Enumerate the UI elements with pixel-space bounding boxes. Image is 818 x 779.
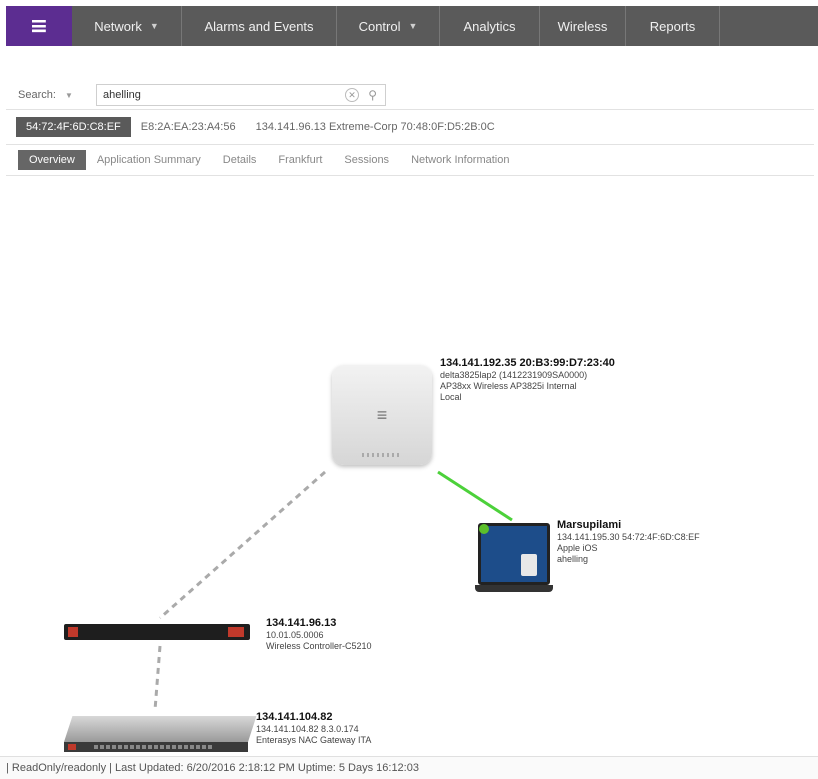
nac-ports: [94, 745, 214, 749]
laptop-base: [475, 585, 553, 592]
nav-reports-label: Reports: [649, 18, 696, 34]
nac-gateway-device[interactable]: [64, 716, 257, 752]
nav-network-label: Network: [94, 18, 142, 34]
client-label: Marsupilami 134.141.195.30 54:72:4F:6D:C…: [557, 519, 700, 565]
status-bar-text: | ReadOnly/readonly | Last Updated: 6/20…: [6, 762, 419, 774]
extreme-logo-icon: ≡: [376, 404, 388, 425]
chevron-down-icon: ▼: [64, 90, 73, 100]
access-point-device[interactable]: ≡: [332, 365, 432, 465]
tab-overview[interactable]: Overview: [18, 150, 86, 170]
controller-line: 10.01.05.0006: [266, 630, 324, 640]
nav-reports[interactable]: Reports: [626, 6, 720, 46]
address-chip[interactable]: E8:2A:EA:23:A4:56: [131, 117, 246, 137]
nac-line: Enterasys NAC Gateway ITA: [256, 735, 372, 745]
access-point-line: delta3825lap2 (1412231909SA0000): [440, 370, 588, 380]
wireless-link: [437, 470, 513, 522]
search-row: Search: ▼ ✕ ⚲: [6, 80, 814, 110]
tab-application-summary[interactable]: Application Summary: [86, 150, 212, 170]
access-point-title[interactable]: 134.141.192.35 20:B3:99:D7:23:40: [440, 357, 615, 370]
access-point-line: AP38xx Wireless AP3825i Internal: [440, 381, 577, 391]
status-bar: | ReadOnly/readonly | Last Updated: 6/20…: [0, 756, 818, 779]
tabs-row: Overview Application Summary Details Fra…: [6, 144, 814, 176]
tab-details[interactable]: Details: [212, 150, 268, 170]
nac-line: 134.141.104.82 8.3.0.174: [256, 724, 359, 734]
status-led-icon: [228, 627, 244, 637]
address-chip-selected[interactable]: 54:72:4F:6D:C8:EF: [16, 117, 131, 137]
controller-label: 134.141.96.13 10.01.05.0006 Wireless Con…: [266, 617, 372, 652]
nac-title[interactable]: 134.141.104.82: [256, 711, 371, 724]
nav-alarms-events[interactable]: Alarms and Events: [182, 6, 337, 46]
wired-link-controller-nac: [153, 645, 162, 711]
wireless-controller-device[interactable]: [64, 624, 250, 640]
client-line: 134.141.195.30 54:72:4F:6D:C8:EF: [557, 532, 700, 542]
nav-analytics-label: Analytics: [463, 18, 516, 34]
clear-icon[interactable]: ✕: [345, 87, 359, 102]
nav-wireless[interactable]: Wireless: [540, 6, 626, 46]
wired-link-ap-controller: [159, 470, 326, 620]
phone-icon: [521, 554, 537, 576]
access-point-label: 134.141.192.35 20:B3:99:D7:23:40 delta38…: [440, 357, 615, 403]
tab-frankfurt[interactable]: Frankfurt: [267, 150, 333, 170]
laptop-screen: [478, 523, 550, 585]
search-type-dropdown[interactable]: Search: ▼: [18, 89, 96, 101]
logo[interactable]: ≡: [6, 6, 72, 46]
nav-filler: [720, 6, 818, 46]
nav-control[interactable]: Control ▼: [337, 6, 440, 46]
nav-alarms-events-label: Alarms and Events: [204, 18, 314, 34]
search-icon[interactable]: ⚲: [368, 88, 377, 102]
address-chip[interactable]: 134.141.96.13 Extreme-Corp 70:48:0F:D5:2…: [246, 117, 505, 137]
tab-network-information[interactable]: Network Information: [400, 150, 520, 170]
client-line: Apple iOS: [557, 543, 598, 553]
nav-network[interactable]: Network ▼: [72, 6, 182, 46]
controller-line: Wireless Controller-C5210: [266, 641, 372, 651]
status-led-icon: [68, 627, 78, 637]
status-led-icon: [68, 744, 76, 750]
nav-wireless-label: Wireless: [557, 18, 608, 34]
ap-vents: [362, 453, 402, 457]
client-laptop-device[interactable]: [475, 523, 553, 597]
topology-links: [153, 470, 513, 711]
nac-front-panel: [64, 742, 248, 752]
access-point-line: Local: [440, 392, 462, 402]
address-row: 54:72:4F:6D:C8:EF E8:2A:EA:23:A4:56 134.…: [6, 115, 505, 139]
top-nav-bar: ≡ Network ▼ Alarms and Events Control ▼ …: [6, 6, 818, 46]
tab-sessions[interactable]: Sessions: [333, 150, 400, 170]
controller-title[interactable]: 134.141.96.13: [266, 617, 372, 630]
extreme-logo-icon: ≡: [29, 13, 49, 39]
nac-chassis: [64, 716, 257, 742]
search-label: Search:: [18, 88, 56, 101]
nav-control-label: Control: [358, 18, 401, 34]
chevron-down-icon: ▼: [149, 21, 159, 31]
search-input[interactable]: [97, 84, 337, 105]
nav-analytics[interactable]: Analytics: [440, 6, 540, 46]
client-title[interactable]: Marsupilami: [557, 519, 700, 532]
search-box: ✕ ⚲: [96, 83, 386, 106]
client-line: ahelling: [557, 554, 589, 564]
topology-view: ≡ 134.141.192.35 20:B3:99:D7:23:40 delta…: [0, 180, 818, 752]
chevron-down-icon: ▼: [408, 21, 418, 31]
nac-label: 134.141.104.82 134.141.104.82 8.3.0.174 …: [256, 711, 371, 746]
online-status-icon: [479, 524, 489, 534]
